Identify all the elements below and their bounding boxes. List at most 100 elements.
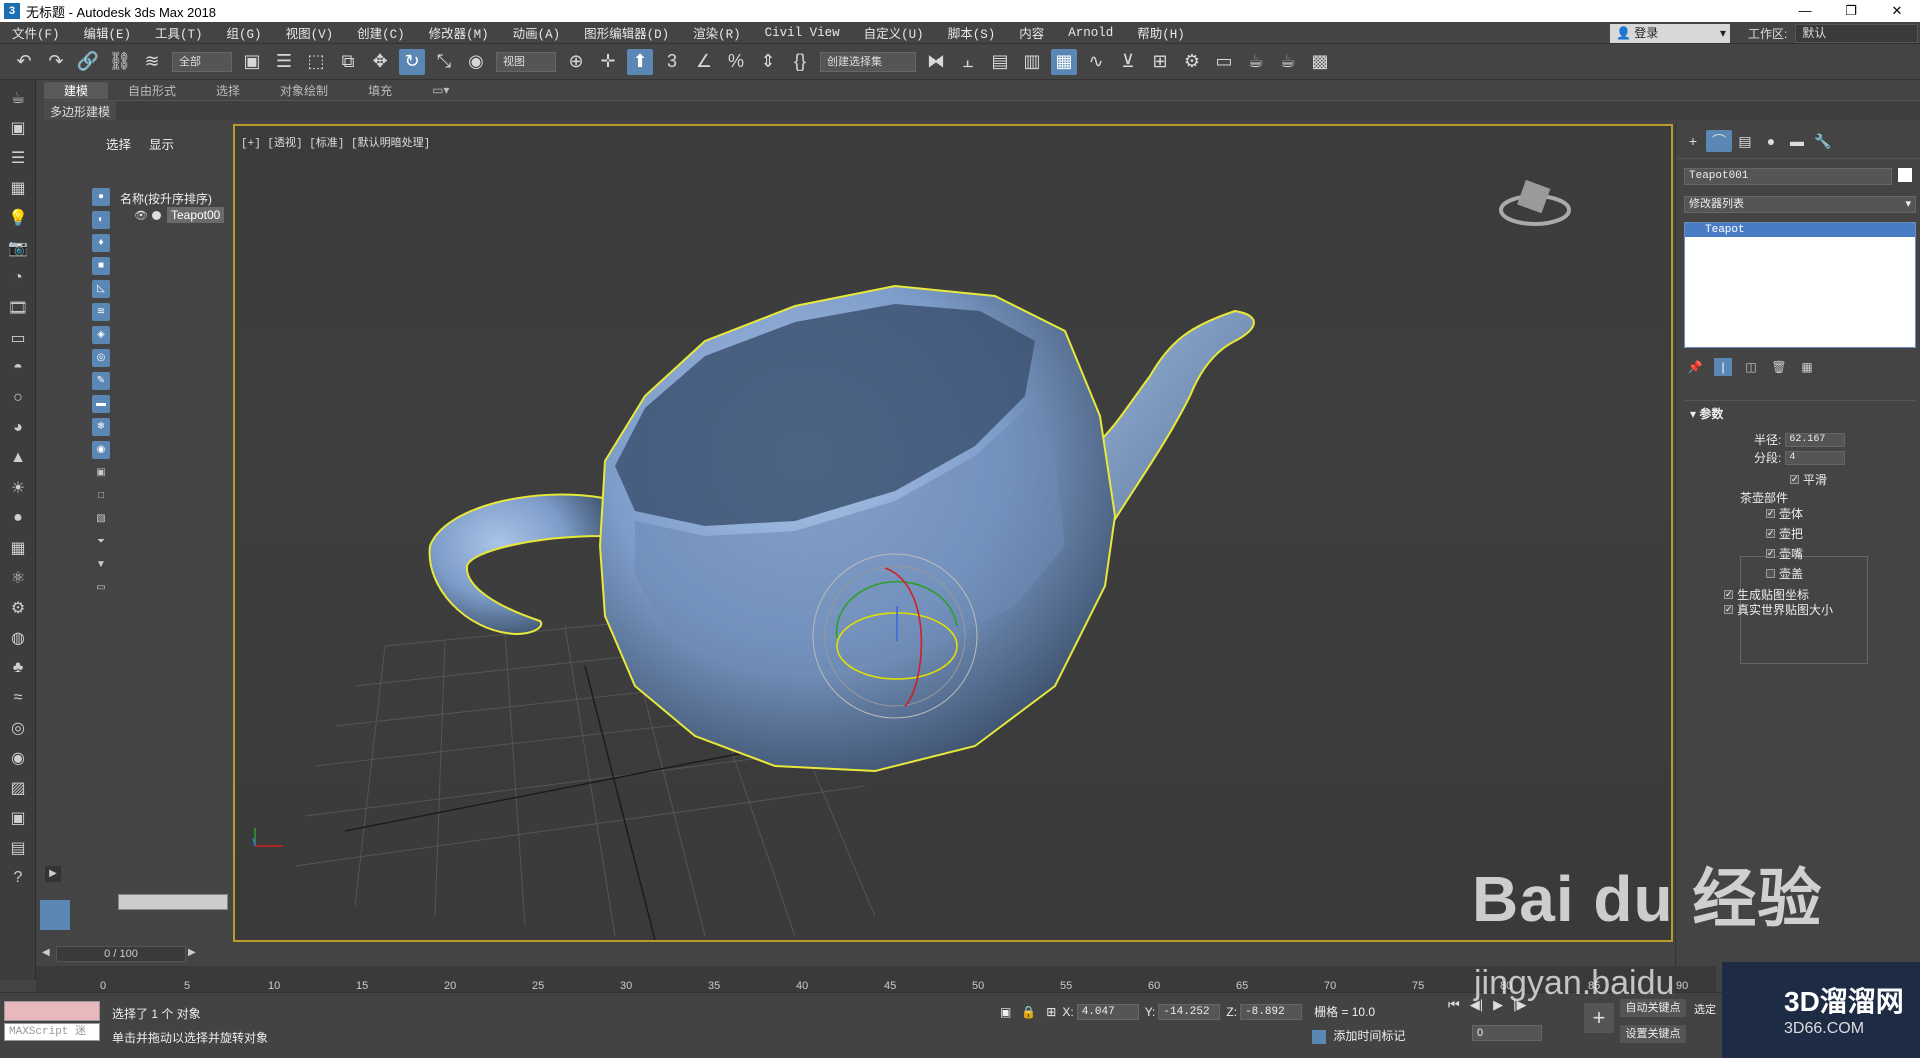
body-checkbox[interactable]: ✓ 壶体: [1766, 505, 1803, 522]
segments-spinner[interactable]: 4: [1785, 450, 1846, 465]
handle-checkbox[interactable]: ✓ 壶把: [1766, 525, 1803, 542]
move-icon[interactable]: ✥: [367, 49, 393, 75]
filter-spacewarps-icon[interactable]: ≋: [92, 303, 110, 321]
material-sphere-icon[interactable]: ◉: [6, 746, 30, 770]
horizontal-scrollbar[interactable]: [118, 894, 228, 910]
render-icon[interactable]: ▣: [6, 116, 30, 140]
menu-content[interactable]: 内容: [1007, 23, 1056, 42]
filter-lights-icon[interactable]: ♦: [92, 234, 110, 252]
make-unique-icon[interactable]: ◫: [1742, 358, 1760, 376]
key-filter-select[interactable]: 选定: [1694, 1001, 1716, 1017]
molecule-icon[interactable]: ⚛: [6, 566, 30, 590]
menu-animation[interactable]: 动画(A): [501, 23, 573, 42]
sphere-icon[interactable]: ○: [6, 386, 30, 410]
remove-modifier-icon[interactable]: 🗑: [1770, 358, 1788, 376]
lid-checkbox[interactable]: 壶盖: [1766, 565, 1803, 582]
spout-checkbox[interactable]: ✓ 壶嘴: [1766, 545, 1803, 562]
a360-icon[interactable]: ▩: [1307, 49, 1333, 75]
minimize-button[interactable]: —: [1782, 0, 1828, 22]
filter-hidden-icon[interactable]: ◉: [92, 441, 110, 459]
schematic-view-icon[interactable]: ⊻: [1115, 49, 1141, 75]
scene-explorer-icon[interactable]: ▦: [1051, 48, 1077, 75]
filter-helpers-icon[interactable]: ◺: [92, 280, 110, 298]
rollout-header[interactable]: ▾ 参数: [1684, 401, 1916, 426]
filter-geometry-icon[interactable]: ●: [92, 188, 110, 206]
spinner-snap-icon[interactable]: ⇕: [755, 49, 781, 75]
restore-button[interactable]: ❐: [1828, 0, 1874, 22]
show-end-result-icon[interactable]: |: [1714, 358, 1732, 376]
menu-modifiers[interactable]: 修改器(M): [417, 23, 501, 42]
percent-snap-icon[interactable]: %: [723, 49, 749, 75]
lock-icon[interactable]: 🔒: [1021, 1005, 1036, 1019]
layers-icon[interactable]: ▭: [92, 579, 110, 597]
select-manipulate-icon[interactable]: ✛: [595, 49, 621, 75]
menu-civil-view[interactable]: Civil View: [753, 26, 852, 40]
redo-icon[interactable]: ↷: [43, 49, 69, 75]
funnel-filter-icon[interactable]: ▼: [92, 556, 110, 574]
se-column-header[interactable]: 名称(按升序排序): [120, 190, 212, 207]
hierarchy-tab-icon[interactable]: ▤: [1732, 130, 1758, 152]
rotate-icon[interactable]: ↻: [399, 48, 425, 75]
select-by-name-icon[interactable]: ☰: [271, 49, 297, 75]
close-button[interactable]: ✕: [1874, 0, 1920, 22]
render-frame-icon[interactable]: ▣: [6, 806, 30, 830]
set-key-icon[interactable]: +: [1584, 1003, 1614, 1033]
window-crossing-icon[interactable]: ⧉: [335, 49, 361, 75]
ribbon-options-icon[interactable]: ▭▾: [412, 83, 469, 97]
workspace-dropdown[interactable]: 默认: [1795, 24, 1918, 43]
radius-spinner[interactable]: 62.167: [1785, 432, 1846, 447]
display-tab-icon[interactable]: ▬: [1784, 130, 1810, 152]
menu-group[interactable]: 组(G): [215, 23, 274, 42]
save-icon[interactable]: ▤: [6, 836, 30, 860]
polygon-modeling-label[interactable]: 多边形建模: [44, 101, 117, 122]
light-icon[interactable]: 💡: [6, 206, 30, 230]
set-key-button[interactable]: 设置关键点: [1620, 1025, 1686, 1043]
modifier-list-dropdown[interactable]: 修改器列表 ▾: [1684, 196, 1916, 213]
expand-arrow-icon[interactable]: ▶: [45, 866, 61, 882]
add-time-tag[interactable]: 添加时间标记: [1312, 1027, 1405, 1044]
object-name-field[interactable]: Teapot001: [1684, 168, 1892, 185]
render-setup-icon[interactable]: ⚙: [1179, 49, 1205, 75]
toggle-ribbon-icon[interactable]: ▥: [1019, 49, 1045, 75]
rect-select-icon[interactable]: ⬚: [303, 49, 329, 75]
filter-xrefs-icon[interactable]: ◎: [92, 349, 110, 367]
menu-create[interactable]: 创建(C): [345, 23, 417, 42]
ball-icon[interactable]: ●: [6, 506, 30, 530]
configure-modifiers-icon[interactable]: ▦: [1798, 358, 1816, 376]
list-icon[interactable]: ☰: [6, 146, 30, 170]
robot-icon[interactable]: ⚙: [6, 596, 30, 620]
smooth-checkbox[interactable]: ✓ 平滑: [1790, 471, 1827, 488]
list-item[interactable]: 👁 Teapot00: [134, 207, 225, 223]
unlink-icon[interactable]: ⛓: [107, 49, 133, 75]
display-all-icon[interactable]: ▣: [92, 464, 110, 482]
named-selection-dropdown[interactable]: 创建选择集: [820, 51, 916, 72]
filter-groups-icon[interactable]: ◈: [92, 326, 110, 344]
select-object-icon[interactable]: ▣: [239, 49, 265, 75]
eye-icon[interactable]: 👁: [134, 209, 148, 222]
bind-spacewarp-icon[interactable]: ≋: [139, 49, 165, 75]
utilities-tab-icon[interactable]: 🔧: [1810, 130, 1836, 152]
teapot-icon[interactable]: ☕: [6, 86, 30, 110]
display-none-icon[interactable]: □: [92, 487, 110, 505]
reference-coordinate-dropdown[interactable]: 视图: [496, 51, 556, 72]
perspective-viewport[interactable]: [+] [透视] [标准] [默认明暗处理]: [233, 124, 1673, 942]
grid-icon[interactable]: ▦: [6, 536, 30, 560]
box-icon[interactable]: ▭: [6, 326, 30, 350]
time-slider-thumb[interactable]: 0 / 100: [56, 946, 186, 962]
login-dropdown[interactable]: 👤 登录 ▾: [1610, 24, 1730, 43]
filter-cameras-icon[interactable]: ■: [92, 257, 110, 275]
align-icon[interactable]: ⫠: [955, 49, 981, 75]
funnel-icon[interactable]: ⏷: [92, 533, 110, 551]
selection-filter-dropdown[interactable]: 全部: [172, 51, 232, 72]
z-coordinate-field[interactable]: -8.892: [1240, 1003, 1303, 1020]
camera-icon[interactable]: 📷: [6, 236, 30, 260]
table-icon[interactable]: ▦: [6, 176, 30, 200]
menu-tools[interactable]: 工具(T): [143, 23, 215, 42]
place-icon[interactable]: ◉: [463, 49, 489, 75]
help-icon[interactable]: ?: [6, 866, 30, 890]
create-tab-icon[interactable]: +: [1680, 130, 1706, 152]
object-name[interactable]: Teapot00: [166, 207, 225, 223]
track-bar[interactable]: 0 5 10 15 20 25 30 35 40 45 50 55 60 65 …: [36, 966, 1716, 992]
film-icon[interactable]: 🎞: [6, 296, 30, 320]
menu-file[interactable]: 文件(F): [0, 23, 72, 42]
